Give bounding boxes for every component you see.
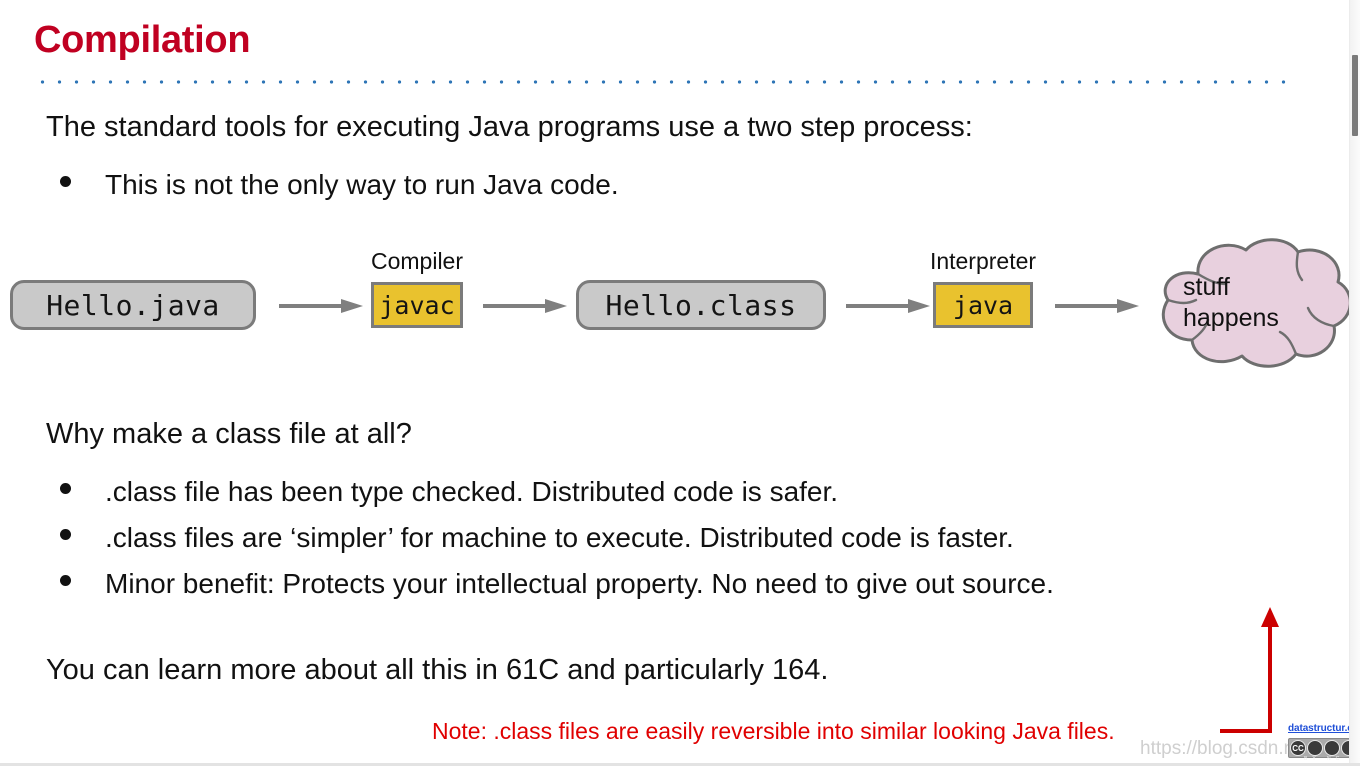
cc-mark-icon: CC [1290, 740, 1306, 756]
list-item-label: .class files are ‘simpler’ for machine t… [105, 522, 1014, 553]
closing-paragraph: You can learn more about all this in 61C… [46, 654, 829, 686]
scrollbar-thumb[interactable] [1352, 55, 1358, 136]
red-callout-arrow-icon [1220, 605, 1300, 740]
intro-paragraph: The standard tools for executing Java pr… [46, 111, 973, 143]
list-item-label: Minor benefit: Protects your intellectua… [105, 568, 1054, 599]
arrow-right-icon [279, 298, 363, 314]
arrow-right-icon [483, 298, 567, 314]
javac-tool-box: javac [371, 282, 463, 328]
cc-nc-icon [1324, 740, 1340, 756]
site-link[interactable]: datastructur.es [1288, 723, 1358, 734]
title-divider [34, 80, 1292, 84]
vertical-scrollbar[interactable] [1349, 0, 1360, 766]
list-item-label: .class file has been type checked. Distr… [105, 476, 839, 507]
bullet-dot-icon [60, 176, 71, 187]
compiler-label: Compiler [370, 248, 464, 274]
cloud-label: stuff happens [1183, 273, 1279, 332]
list-item: .class file has been type checked. Distr… [60, 476, 839, 508]
java-tool-box: java [933, 282, 1033, 328]
interpreter-label: Interpreter [929, 248, 1037, 274]
bullet-dot-icon [60, 483, 71, 494]
source-file-box: Hello.java [10, 280, 256, 330]
arrow-right-icon [1055, 298, 1139, 314]
arrow-right-icon [846, 298, 930, 314]
list-item: This is not the only way to run Java cod… [60, 169, 619, 201]
list-item: Minor benefit: Protects your intellectua… [60, 568, 1054, 600]
list-item-label: This is not the only way to run Java cod… [105, 169, 619, 200]
page-title: Compilation [34, 19, 251, 61]
class-file-box: Hello.class [576, 280, 826, 330]
compilation-pipeline-diagram: Hello.java Compiler javac Hello.class In… [0, 230, 1360, 380]
list-item: .class files are ‘simpler’ for machine t… [60, 522, 1014, 554]
why-heading: Why make a class file at all? [46, 418, 412, 450]
bullet-dot-icon [60, 529, 71, 540]
cc-by-icon [1307, 740, 1323, 756]
bullet-dot-icon [60, 575, 71, 586]
slide-canvas: Compilation The standard tools for execu… [0, 0, 1360, 766]
red-note-text: Note: .class files are easily reversible… [432, 718, 1115, 744]
